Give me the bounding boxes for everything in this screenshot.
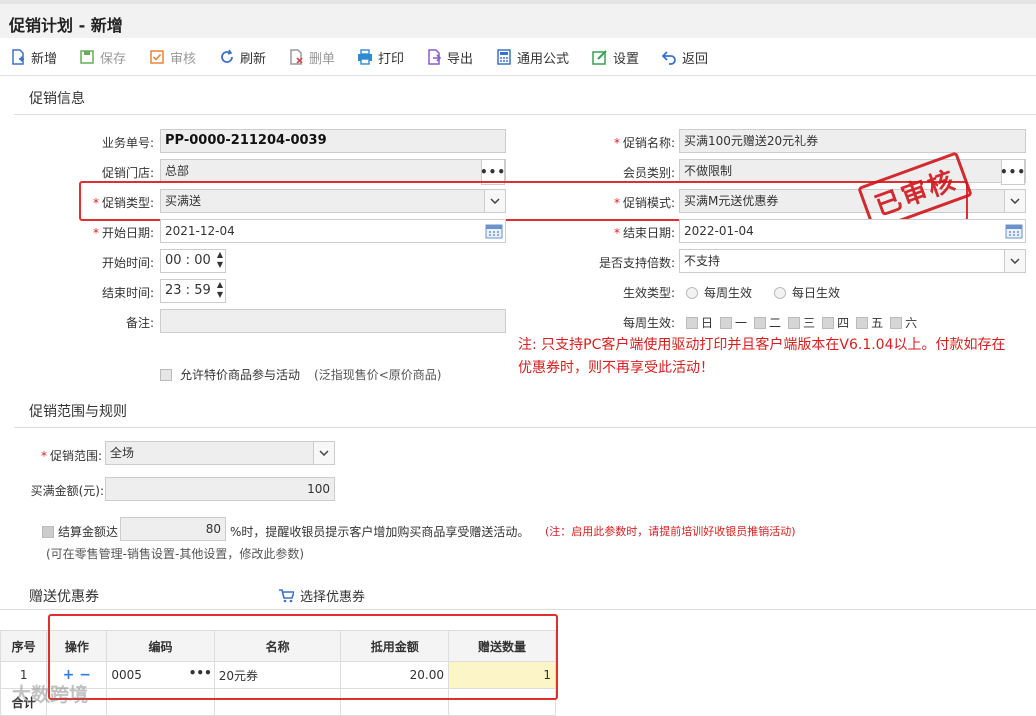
print-note: 注: 只支持PC客户端使用驱动打印并且客户端版本在V6.1.04以上。付款如存在… (518, 337, 1006, 376)
start-date-field[interactable]: 2021-12-04 (160, 219, 506, 243)
weekday-checkbox[interactable] (754, 316, 767, 329)
time-stepper[interactable]: ▲ ▼ (217, 280, 223, 300)
weekday-label: 二 (769, 316, 782, 330)
start-date-label: * 开始日期: (92, 226, 154, 240)
promo-name-field[interactable]: 买满100元赠送20元礼券 (679, 129, 1026, 153)
refresh-icon (221, 49, 233, 63)
store-field[interactable]: 总部 ••• (160, 159, 506, 185)
weekday-checkboxes: 日一二三四五六 (686, 314, 921, 331)
highlight-box-type (79, 181, 968, 221)
weekday-checkbox[interactable] (856, 316, 869, 329)
audit-button[interactable]: 审核 (149, 47, 196, 67)
chevron-down-icon[interactable] (1004, 190, 1025, 212)
amount-label: 买满金额(元): (30, 484, 104, 498)
new-button[interactable]: 新增 (10, 47, 57, 67)
refresh-button[interactable]: 刷新 (219, 47, 266, 67)
window-title-bar: 促销计划 - 新增 (0, 0, 1036, 38)
effect-type-label: 生效类型: (622, 286, 675, 300)
member-label: 会员类别: (622, 166, 675, 180)
back-icon (661, 51, 676, 65)
save-icon (80, 50, 94, 64)
scope-title: 促销范围与规则 (29, 404, 127, 420)
weekday-checkbox[interactable] (822, 316, 835, 329)
special-price-checkbox[interactable] (160, 368, 172, 381)
settle-field[interactable]: 80 (120, 517, 226, 541)
weekday-checkbox[interactable] (686, 316, 698, 329)
print-button[interactable]: 打印 (357, 47, 404, 67)
coupons-title: 赠送优惠券 (29, 589, 99, 605)
radio-daily[interactable] (774, 286, 787, 299)
weekday-checkbox[interactable] (890, 316, 903, 329)
settle-note: (注：启用此参数时，请提前培训好收银员推销活动) (545, 525, 796, 538)
weekday-label: 五 (871, 316, 884, 330)
save-button[interactable]: 保存 (79, 47, 126, 67)
toolbar-divider (0, 75, 1036, 76)
settings-icon (592, 50, 607, 65)
weekday-label: 六 (905, 316, 918, 330)
highlight-box-coupons (48, 614, 558, 700)
window-title: 促销计划 - 新增 (9, 16, 123, 35)
remark-label: 备注: (125, 316, 154, 330)
settle-checkbox[interactable] (42, 525, 54, 538)
cart-icon (279, 588, 294, 602)
chevron-down-icon[interactable] (1004, 250, 1025, 272)
calendar-icon[interactable] (485, 223, 503, 239)
store-label: 促销门店: (101, 166, 154, 180)
range-label: * 促销范围: (40, 449, 102, 463)
export-button[interactable]: 导出 (426, 47, 473, 67)
calendar-icon[interactable] (1005, 223, 1023, 239)
new-doc-icon (12, 49, 24, 65)
coupons-divider (0, 609, 1036, 610)
end-time-field[interactable]: 23 : 59 ▲ ▼ (160, 279, 226, 303)
end-date-label: * 结束日期: (613, 226, 675, 240)
select-coupon-button[interactable]: 选择优惠券 (278, 586, 365, 605)
radio-weekly[interactable] (686, 286, 698, 299)
weekday-label: 日 (701, 316, 714, 330)
special-price-row: 允许特价商品参与活动 (泛指现售价<原价商品) (160, 366, 441, 383)
promo-info-divider (14, 114, 1036, 115)
toolbar: 新增 保存 审核 刷新 删单 打印 导出 通用公式 设置 返回 (0, 42, 1036, 72)
audit-icon (150, 50, 164, 64)
weekly-label: 每周生效: (622, 316, 675, 330)
time-stepper[interactable]: ▲ ▼ (217, 250, 223, 270)
export-icon (428, 49, 442, 65)
range-select[interactable]: 全场 (105, 441, 335, 465)
scope-divider (14, 427, 1036, 428)
chevron-down-icon[interactable] (313, 442, 334, 464)
doc-no-label: 业务单号: (101, 136, 154, 150)
amount-field[interactable]: 100 (105, 477, 335, 501)
doc-no-field[interactable]: PP-0000-211204-0039 (160, 129, 506, 153)
multiple-select[interactable]: 不支持 (679, 249, 1026, 273)
formula-icon (497, 49, 511, 65)
multiple-label: 是否支持倍数: (598, 256, 675, 270)
weekday-label: 四 (837, 316, 850, 330)
watermark: 大数跨境 (12, 684, 89, 706)
weekday-label: 一 (735, 316, 748, 330)
start-time-field[interactable]: 00 : 00 ▲ ▼ (160, 249, 226, 273)
print-icon (358, 49, 372, 65)
settle-hint: (可在零售管理-销售设置-其他设置，修改此参数) (46, 547, 305, 561)
member-picker-button[interactable]: ••• (1000, 159, 1025, 185)
formula-button[interactable]: 通用公式 (496, 47, 569, 67)
settings-button[interactable]: 设置 (592, 47, 639, 67)
member-field[interactable]: 不做限制 ••• (679, 159, 1026, 185)
back-button[interactable]: 返回 (661, 47, 708, 67)
settle-text: %时，提醒收银员提示客户增加购买商品享受赠送活动。 (230, 525, 530, 539)
end-date-field[interactable]: 2022-01-04 (679, 219, 1026, 243)
settle-row: 结算金额达 (42, 523, 118, 540)
col-no: 序号 (0, 630, 48, 662)
remark-field[interactable] (160, 309, 506, 333)
weekday-checkbox[interactable] (720, 316, 733, 329)
weekday-label: 三 (803, 316, 816, 330)
promo-name-label: * 促销名称: (613, 136, 675, 150)
end-time-label: 结束时间: (101, 286, 154, 300)
promo-info-title: 促销信息 (29, 91, 85, 107)
delete-button[interactable]: 删单 (288, 47, 335, 67)
delete-doc-icon (290, 49, 303, 65)
start-time-label: 开始时间: (101, 256, 154, 270)
effect-type-group: 每周生效 每日生效 (686, 284, 840, 301)
weekday-checkbox[interactable] (788, 316, 801, 329)
